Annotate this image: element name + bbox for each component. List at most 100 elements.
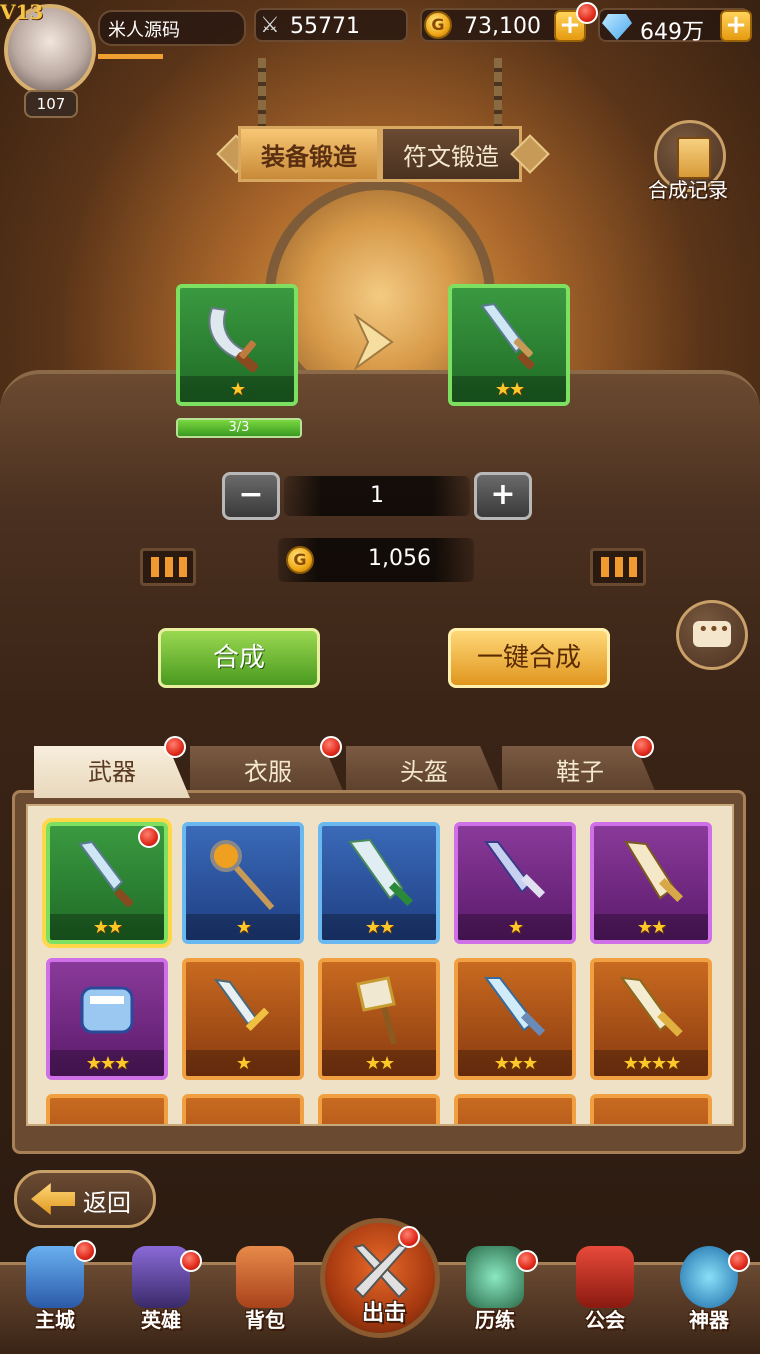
star-rating: ★★ (364, 917, 395, 938)
scimitar-icon (208, 306, 259, 373)
backpack-icon (236, 1246, 294, 1308)
material-progress-bar: 3/3 (176, 418, 302, 438)
equipment-item[interactable]: ★★ (318, 822, 440, 944)
nav-guild[interactable]: 公会 (560, 1240, 650, 1350)
chat-bubble-icon (693, 619, 731, 647)
equipment-item[interactable] (182, 1094, 304, 1124)
equipment-item[interactable]: ★★★★ (590, 958, 712, 1080)
diamond-icon (602, 14, 632, 40)
gauntlet-icon (80, 986, 134, 1034)
star-rating: ★★ (92, 917, 123, 938)
equipment-item[interactable]: ★ (182, 822, 304, 944)
quantity-display: 1 (284, 476, 470, 516)
ice-sword-icon (484, 977, 546, 1037)
equipment-item[interactable]: ★★ (590, 822, 712, 944)
forge-tabs: 装备锻造 符文锻造 (216, 126, 550, 182)
power-value: 55771 (290, 14, 360, 39)
nav-backpack[interactable]: 背包 (220, 1240, 310, 1350)
star-rating: ★ (507, 917, 524, 938)
orb-icon (466, 1246, 524, 1308)
chain-left (258, 58, 266, 128)
nav-label: 出击 (361, 1301, 406, 1326)
synthesize-button[interactable]: 合成 (158, 628, 320, 688)
staff-icon (210, 840, 275, 910)
back-button[interactable]: 返回 (14, 1170, 156, 1228)
book-icon (677, 137, 711, 179)
star-rating: ★★ (636, 917, 667, 938)
star-rating: ★★★★ (622, 1053, 682, 1074)
guild-banner-icon (576, 1246, 634, 1308)
shoes-notification-dot (632, 736, 654, 758)
cost-display: G 1,056 (278, 538, 474, 582)
vip-badge: V13 (0, 0, 44, 24)
equipment-item[interactable]: ★★★ (454, 958, 576, 1080)
power-display: ⚔ 55771 (254, 8, 408, 42)
nav-label: 主城 (35, 1308, 75, 1332)
clothing-notification-dot (320, 736, 342, 758)
material-progress-text: 3/3 (228, 420, 250, 435)
star-rating: ★★ (494, 379, 525, 400)
equipment-item[interactable]: ★ (182, 958, 304, 1080)
axe-icon (356, 976, 397, 1045)
crossed-swords-icon: ⚔ (260, 13, 280, 38)
star-rating: ★ (235, 917, 252, 938)
heroes-notification-dot (180, 1250, 202, 1272)
equipment-item[interactable]: ★★ (318, 958, 440, 1080)
star-rating: ★ (229, 379, 246, 400)
gold-value: 73,100 (464, 14, 541, 39)
dagger-icon (213, 978, 270, 1032)
training-notification-dot (516, 1250, 538, 1272)
weapon-notification-dot (164, 736, 186, 758)
player-name: 米人源码 (108, 20, 180, 41)
star-rating: ★★★ (493, 1053, 538, 1074)
equipment-item[interactable]: ★★★ (46, 958, 168, 1080)
chat-button[interactable] (676, 600, 748, 670)
nav-label: 历练 (475, 1308, 515, 1332)
one-click-synthesize-button[interactable]: 一键合成 (448, 628, 610, 688)
player-name-box: 米人源码 (98, 10, 246, 46)
increase-quantity-button[interactable]: + (474, 472, 532, 520)
broadsword-icon (348, 838, 414, 907)
diamond-value: 649万 (640, 20, 704, 45)
furnace-vent-left (140, 548, 196, 586)
synthesis-record-label: 合成记录 (648, 178, 728, 202)
cost-value: 1,056 (368, 546, 431, 571)
tab-equipment-forge[interactable]: 装备锻造 (238, 126, 380, 182)
nav-battle[interactable]: 出击 (320, 1218, 440, 1338)
item-notification-dot (138, 826, 160, 848)
equipment-item[interactable]: ★ (454, 822, 576, 944)
equipment-item[interactable] (46, 1094, 168, 1124)
trident-sword-icon (619, 976, 683, 1037)
top-bar: V13 107 米人源码 ⚔ 55771 G 73,100 + 649万 + (0, 0, 760, 118)
nav-label: 英雄 (141, 1308, 181, 1332)
gold-notification-dot (576, 2, 598, 24)
add-diamond-button[interactable]: + (720, 10, 752, 42)
sword-icon (78, 840, 134, 908)
back-arrow-icon (31, 1183, 75, 1215)
chain-right (494, 58, 502, 128)
tab-rune-forge[interactable]: 符文锻造 (380, 126, 522, 182)
equipment-item[interactable] (318, 1094, 440, 1124)
battle-notification-dot (398, 1226, 420, 1248)
equipment-grid[interactable]: ★★ ★ ★★ ★ ★★ ★★★ ★ ★★ ★★★ ★★★★ (26, 804, 734, 1126)
gold-coin-icon: G (286, 546, 314, 574)
result-slot[interactable]: ★★ (448, 284, 570, 406)
material-slot[interactable]: ★ (176, 284, 298, 406)
equipment-item[interactable] (454, 1094, 576, 1124)
exp-bar (98, 54, 163, 59)
nav-label: 神器 (689, 1308, 729, 1332)
player-level: 107 (24, 90, 78, 118)
golden-sword-icon (624, 840, 684, 903)
gold-coin-icon: G (424, 11, 452, 39)
star-rating: ★★★ (85, 1053, 130, 1074)
nav-label: 公会 (585, 1308, 625, 1332)
dark-sword-icon (484, 841, 546, 899)
nav-label: 背包 (245, 1308, 285, 1332)
decrease-quantity-button[interactable]: − (222, 472, 280, 520)
back-label: 返回 (83, 1189, 131, 1217)
star-rating: ★ (235, 1053, 252, 1074)
star-rating: ★★ (364, 1053, 395, 1074)
sword-icon (480, 302, 535, 370)
artifact-notification-dot (728, 1250, 750, 1272)
equipment-item[interactable] (590, 1094, 712, 1124)
